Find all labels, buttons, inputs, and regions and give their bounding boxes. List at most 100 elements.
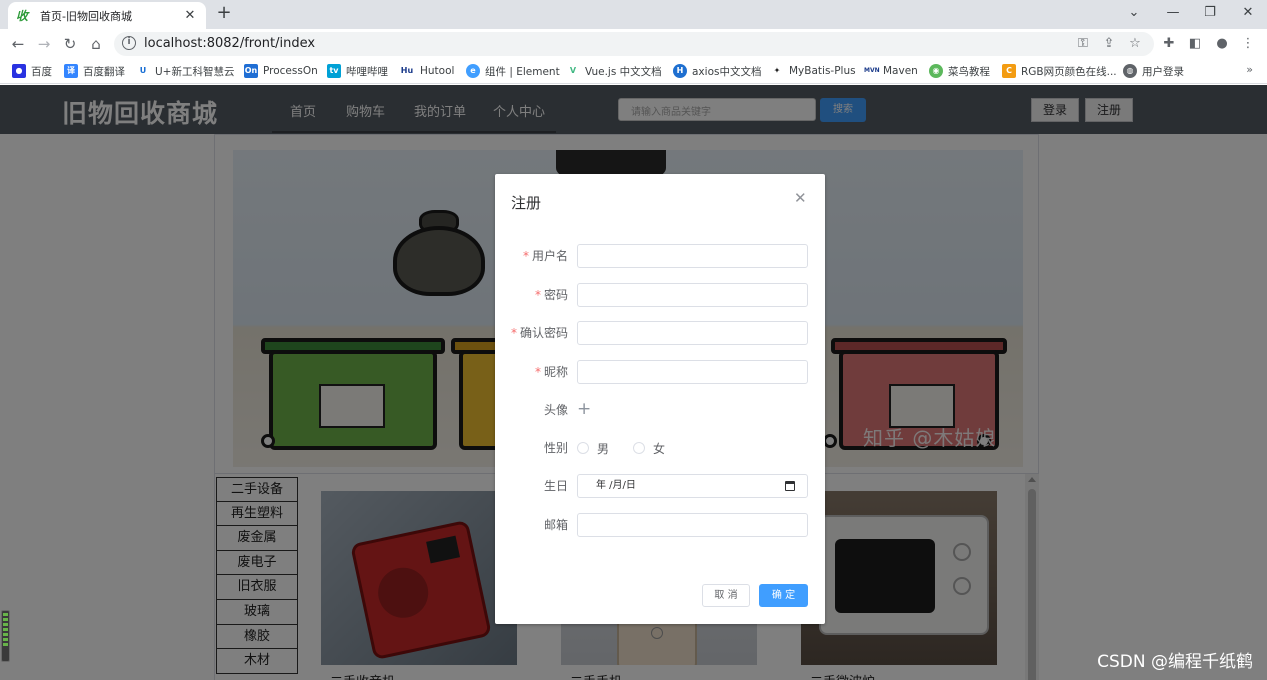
bookmark-label: 哔哩哔哩 <box>346 65 388 78</box>
field-label-text: 用户名 <box>531 249 568 263</box>
bookmark-label: 菜鸟教程 <box>948 65 990 78</box>
bookmark-rgb[interactable]: C RGB网页颜色在线... <box>1002 63 1117 79</box>
avatar-label: 头像 <box>543 403 568 417</box>
processon-icon: On <box>244 64 258 78</box>
radio-label[interactable]: 男 <box>597 440 609 457</box>
chevron-down-icon[interactable]: ⌄ <box>1115 0 1153 29</box>
side-panel-icon[interactable]: ◧ <box>1185 34 1205 54</box>
bookmark-label: 百度 <box>31 65 52 78</box>
required-mark: * <box>522 249 529 263</box>
bookmark-label: U+新工科智慧云 <box>155 65 235 78</box>
address-bar[interactable]: i localhost:8082/front/index ⚿ ⇪ ☆ <box>114 32 1154 56</box>
form-row-birthday: 生日 年 /月/日 <box>495 474 825 498</box>
bookmark-label: 组件 | Element <box>485 65 560 78</box>
radio-label[interactable]: 女 <box>653 440 665 457</box>
bookmark-processon[interactable]: On ProcessOn <box>244 63 318 79</box>
register-dialog: 注册 ✕ * 用户名 * 密码 * 确认密码 * 昵称 头像 + 性别 男 女 生日 <box>495 174 825 624</box>
axios-icon: H <box>673 64 687 78</box>
bookmark-axios[interactable]: Haxios中文文档 <box>673 63 761 79</box>
back-arrow-icon[interactable]: ← <box>7 33 29 55</box>
browser-toolbar: ← → ↻ ⌂ i localhost:8082/front/index ⚿ ⇪… <box>0 29 1267 58</box>
form-row-password: * 密码 <box>495 283 825 307</box>
url-text[interactable]: localhost:8082/front/index <box>144 36 315 51</box>
kebab-menu-icon[interactable]: ⋮ <box>1238 34 1258 54</box>
close-icon[interactable]: ✕ <box>1229 0 1267 29</box>
password-input[interactable] <box>577 283 808 307</box>
calendar-icon[interactable] <box>785 481 795 491</box>
avatar-upload-plus-icon[interactable]: + <box>577 398 591 420</box>
u-plus-icon: U <box>136 64 150 78</box>
bookmark-label: RGB网页颜色在线... <box>1021 65 1117 78</box>
birthday-label: 生日 <box>543 479 568 493</box>
bilibili-icon: tv <box>327 64 341 78</box>
confirm-button[interactable]: 确 定 <box>759 584 808 607</box>
radio-circle[interactable] <box>577 442 589 454</box>
username-input[interactable] <box>577 244 808 268</box>
bookmark-bilibili[interactable]: tv 哔哩哔哩 <box>327 63 388 79</box>
profile-avatar-icon[interactable]: ● <box>1212 34 1232 54</box>
gender-radio-male[interactable]: 男 <box>577 436 609 460</box>
radio-circle[interactable] <box>633 442 645 454</box>
bookmark-baidu-translate[interactable]: 译百度翻译 <box>64 63 125 79</box>
date-placeholder[interactable]: 年 /月/日 <box>596 480 636 491</box>
bookmark-user-login[interactable]: ◍ 用户登录 <box>1123 63 1184 79</box>
bookmark-label: 用户登录 <box>1142 65 1184 78</box>
cancel-button[interactable]: 取 消 <box>702 584 750 607</box>
runoob-icon: ◉ <box>929 64 943 78</box>
restore-icon[interactable]: ❐ <box>1191 0 1229 29</box>
bookmark-hutool[interactable]: Hu Hutool <box>399 63 454 79</box>
bookmark-label: 百度翻译 <box>83 65 125 78</box>
gender-radio-female[interactable]: 女 <box>633 436 665 460</box>
nickname-input[interactable] <box>577 360 808 384</box>
minimize-icon[interactable]: — <box>1154 0 1192 29</box>
site-favicon-icon: 收 <box>16 8 29 23</box>
bookmark-label: Vue.js 中文文档 <box>585 65 662 78</box>
confirm-password-input[interactable] <box>577 321 808 345</box>
form-row-username: * 用户名 <box>495 244 825 268</box>
share-icon[interactable]: ⇪ <box>1100 35 1118 53</box>
field-label-text: 昵称 <box>543 365 568 379</box>
browser-tab[interactable]: 收 首页-旧物回收商城 ✕ <box>8 2 206 29</box>
form-row-email: 邮箱 <box>495 513 825 537</box>
vue-icon: V <box>566 64 580 78</box>
star-icon[interactable]: ☆ <box>1126 35 1144 53</box>
dialog-title: 注册 <box>511 194 542 212</box>
birthday-date-input[interactable]: 年 /月/日 <box>577 474 808 498</box>
bookmark-vue[interactable]: V Vue.js 中文文档 <box>566 63 662 79</box>
csdn-watermark: CSDN @编程千纸鹤 <box>1097 652 1253 672</box>
required-mark: * <box>510 326 517 340</box>
form-row-confirm-password: * 确认密码 <box>495 321 825 345</box>
web-page: 旧物回收商城 首页 购物车 我的订单 个人中心 请输入商品关键字 搜索 登录 注… <box>0 85 1267 680</box>
bookmark-maven[interactable]: MVN Maven <box>864 63 918 79</box>
field-label-text: 密码 <box>543 288 568 302</box>
bookmark-element[interactable]: e 组件 | Element <box>466 63 560 79</box>
confirm-password-label: * 确认密码 <box>495 321 568 345</box>
extensions-puzzle-icon[interactable]: ✚ <box>1159 34 1179 54</box>
home-icon[interactable]: ⌂ <box>85 33 107 55</box>
site-info-icon[interactable]: i <box>122 36 136 50</box>
key-icon[interactable]: ⚿ <box>1074 35 1092 53</box>
hutool-icon: Hu <box>399 64 415 78</box>
form-row-avatar: 头像 + <box>495 398 825 422</box>
forward-arrow-icon[interactable]: → <box>33 33 55 55</box>
mybatis-icon: ✦ <box>770 64 784 78</box>
email-input[interactable] <box>577 513 808 537</box>
required-mark: * <box>534 365 541 379</box>
reload-icon[interactable]: ↻ <box>59 33 81 55</box>
tab-close-icon[interactable]: ✕ <box>182 8 198 23</box>
rgb-icon: C <box>1002 64 1016 78</box>
bookmark-mybatis-plus[interactable]: ✦ MyBatis-Plus <box>770 63 856 79</box>
bookmark-label: MyBatis-Plus <box>789 65 856 77</box>
close-icon[interactable]: ✕ <box>794 189 807 207</box>
bookmark-label: Hutool <box>420 65 455 77</box>
baidu-icon: ● <box>12 64 26 78</box>
bookmarks-more-icon[interactable]: » <box>1246 63 1253 76</box>
new-tab-plus-icon[interactable]: + <box>214 3 234 23</box>
form-row-nickname: * 昵称 <box>495 360 825 384</box>
bookmark-baidu[interactable]: ● 百度 <box>12 63 52 79</box>
bookmark-runoob[interactable]: ◉ 菜鸟教程 <box>929 63 990 79</box>
bookmark-u-plus[interactable]: U U+新工科智慧云 <box>136 63 234 79</box>
email-label: 邮箱 <box>543 518 568 532</box>
side-widget-icon <box>1 610 10 662</box>
nickname-label: * 昵称 <box>495 360 568 384</box>
